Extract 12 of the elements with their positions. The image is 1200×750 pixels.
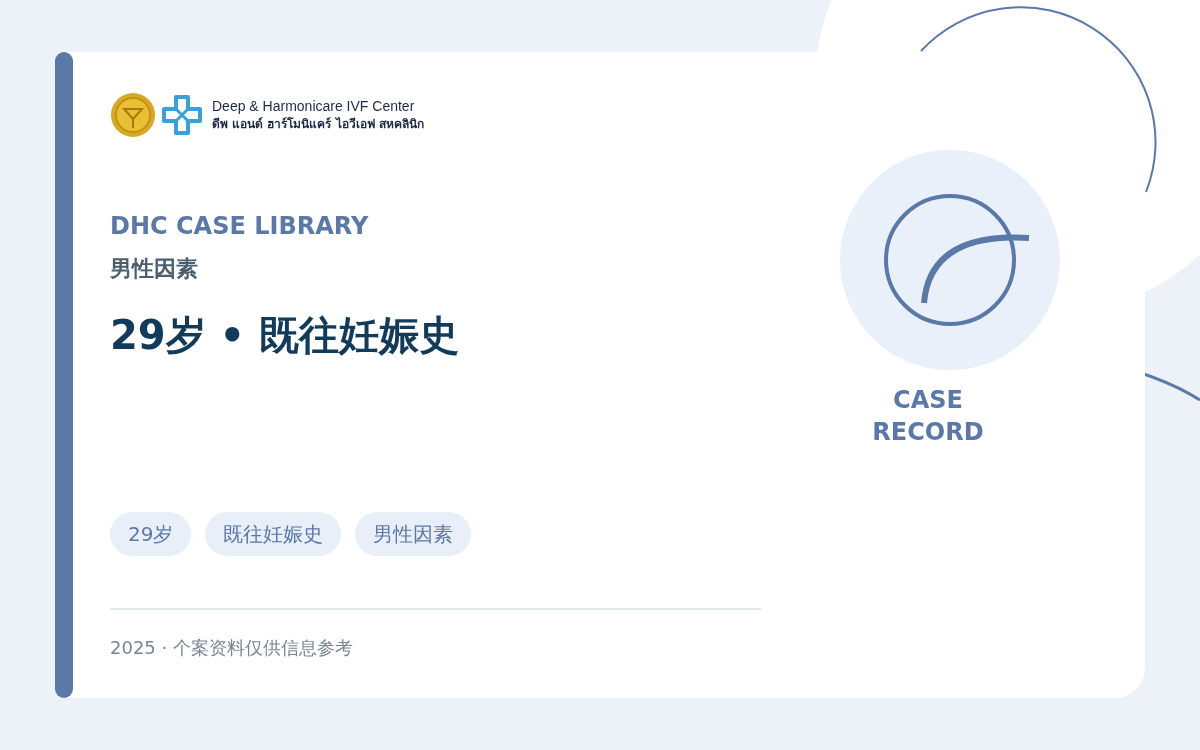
seal-emblem-icon <box>110 92 156 138</box>
brand-name-thai: ดีพ แอนด์ ฮาร์โมนิแคร์ ไอวีเอฟ สหคลินิก <box>212 116 424 133</box>
tag: 男性因素 <box>355 512 472 556</box>
tag: 既往妊娠史 <box>205 512 342 556</box>
tag: 29岁 <box>110 512 192 556</box>
knot-logo-icon <box>160 93 204 137</box>
category-label: 男性因素 <box>110 255 199 283</box>
brand-name: Deep & Harmonicare IVF Center <box>212 97 416 115</box>
case-title: 29岁 • 既往妊娠史 <box>110 311 461 360</box>
case-record-label: CASE RECORD <box>871 385 985 448</box>
library-label: DHC CASE LIBRARY <box>110 212 370 240</box>
footer-note: 2025 · 个案资料仅供信息参考 <box>110 636 354 660</box>
